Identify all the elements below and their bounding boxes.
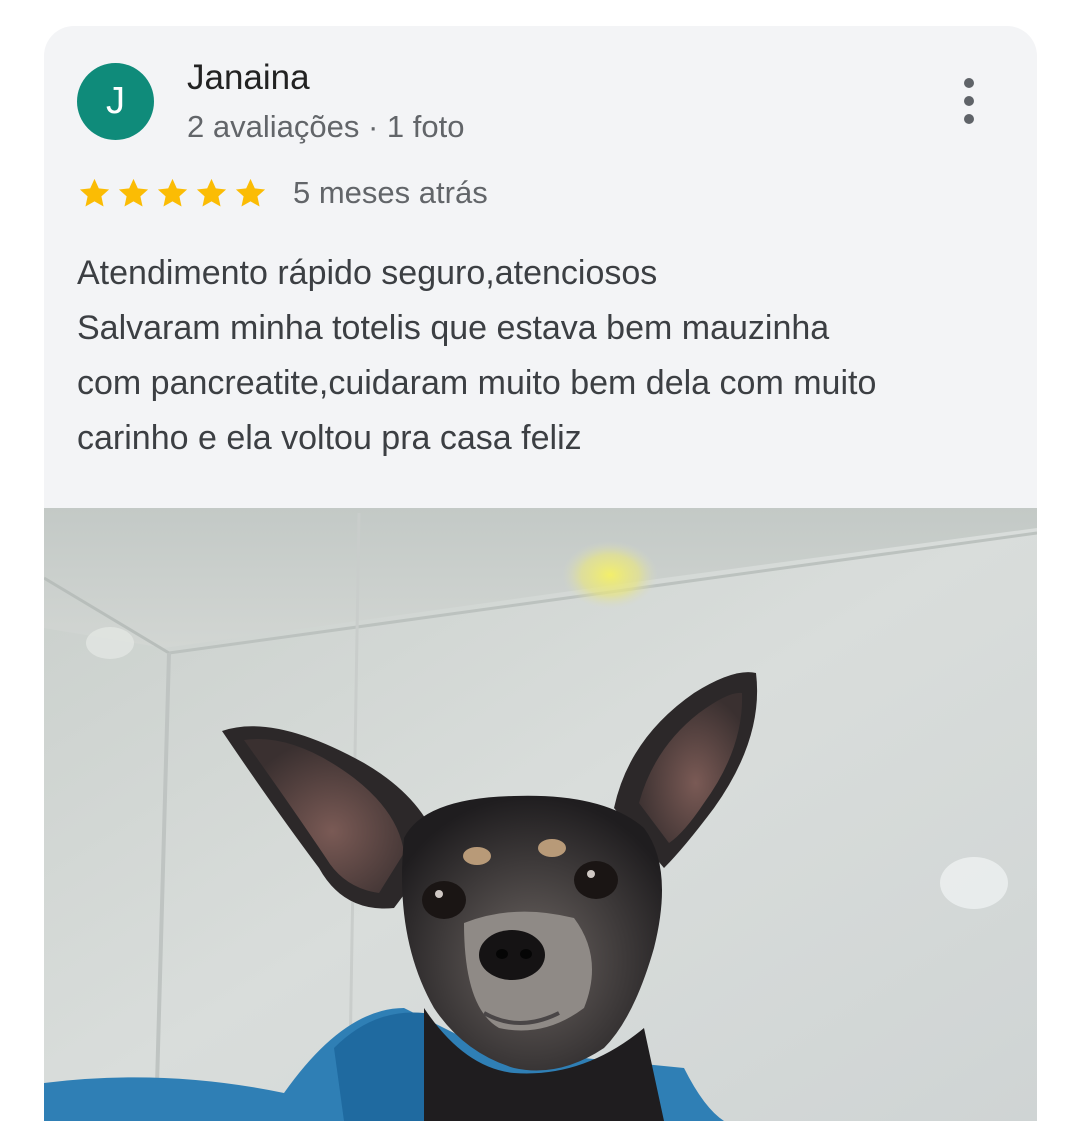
author-name[interactable]: Janaina <box>187 58 310 98</box>
review-time: 5 meses atrás <box>293 175 488 210</box>
rating-row: 5 meses atrás <box>77 173 488 213</box>
star-icon <box>157 178 188 207</box>
star-icon <box>235 178 266 207</box>
author-meta: 2 avaliações · 1 foto <box>187 109 465 144</box>
review-text-line: Salvaram minha totelis que estava bem ma… <box>77 309 830 347</box>
star-icon <box>79 178 110 207</box>
more-options-button[interactable] <box>949 70 989 132</box>
review-text: Atendimento rápido seguro,atenciosos Sal… <box>77 246 1017 466</box>
review-text-line: com pancreatite,cuidaram muito bem dela … <box>77 364 877 402</box>
review-text-line: carinho e ela voltou pra casa feliz <box>77 419 582 457</box>
more-vert-icon-dot <box>964 96 974 106</box>
more-vert-icon <box>964 78 974 88</box>
star-icon <box>196 178 227 207</box>
dog-photo-image <box>44 508 1037 1121</box>
more-vert-icon-dot <box>964 114 974 124</box>
star-rating <box>77 176 268 211</box>
review-photo[interactable] <box>44 508 1037 1121</box>
review-card: J Janaina 2 avaliações · 1 foto 5 meses … <box>44 26 1037 1121</box>
author-avatar[interactable]: J <box>77 63 154 140</box>
star-icon <box>118 178 149 207</box>
review-text-line: Atendimento rápido seguro,atenciosos <box>77 254 658 292</box>
